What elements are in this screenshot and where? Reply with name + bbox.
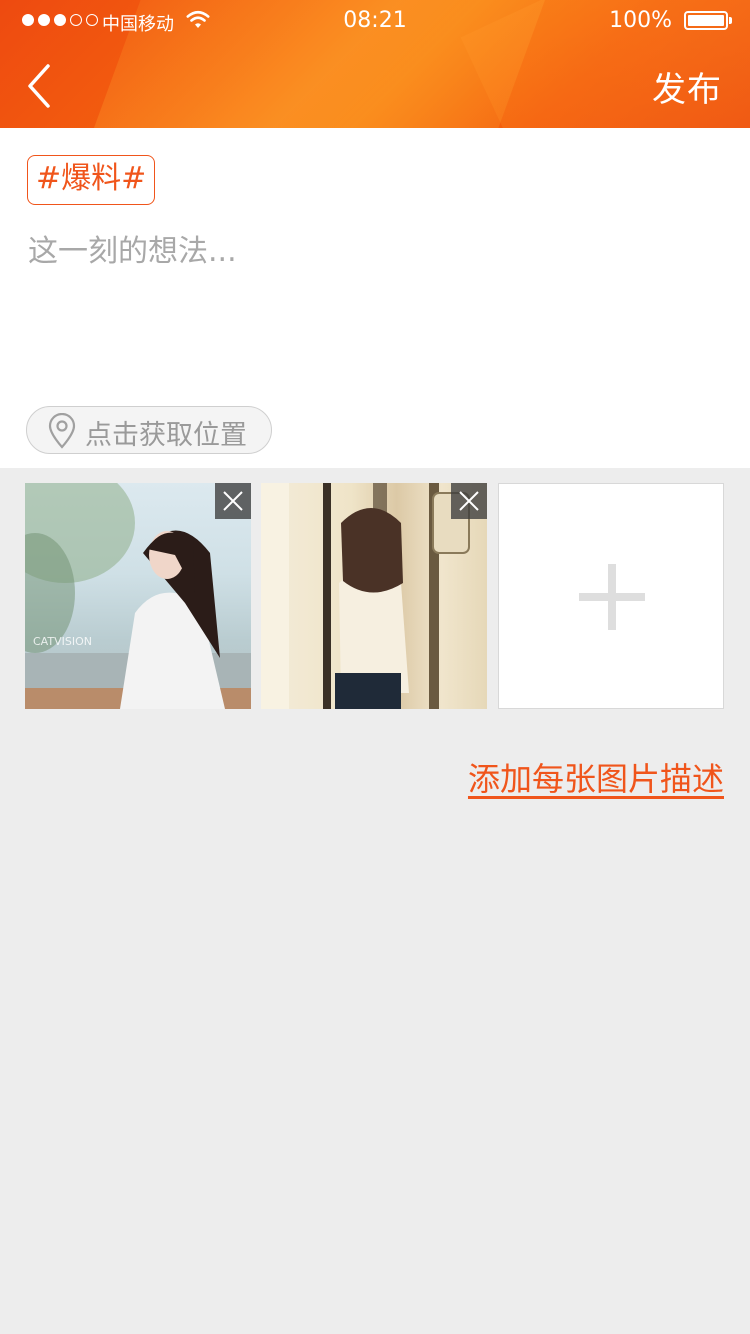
topic-tag[interactable]: #爆料#	[27, 155, 156, 205]
add-photo-button[interactable]	[498, 483, 724, 709]
status-bar: 中国移动 08:21 100%	[0, 0, 750, 40]
compose-panel: #爆料# 点击获取位置	[0, 128, 750, 468]
photo-thumbnail[interactable]: CATVISION	[25, 483, 251, 709]
photo-thumbnail[interactable]	[261, 483, 487, 709]
battery-icon	[684, 11, 732, 30]
header: 中国移动 08:21 100% 发布	[0, 0, 750, 128]
get-location-label: 点击获取位置	[85, 420, 247, 451]
close-icon	[223, 491, 243, 511]
thought-input[interactable]	[28, 226, 718, 406]
svg-text:CATVISION: CATVISION	[33, 635, 92, 648]
back-button[interactable]	[20, 58, 60, 114]
remove-photo-button[interactable]	[451, 483, 487, 519]
publish-button[interactable]: 发布	[652, 62, 722, 111]
add-photo-description-link[interactable]: 添加每张图片描述	[468, 754, 724, 800]
plus-icon	[579, 564, 645, 630]
location-pin-icon	[48, 413, 76, 449]
get-location-button[interactable]: 点击获取位置	[26, 406, 272, 454]
remove-photo-button[interactable]	[215, 483, 251, 519]
close-icon	[459, 491, 479, 511]
chevron-left-icon	[28, 64, 50, 108]
battery-percent: 100%	[609, 8, 672, 33]
